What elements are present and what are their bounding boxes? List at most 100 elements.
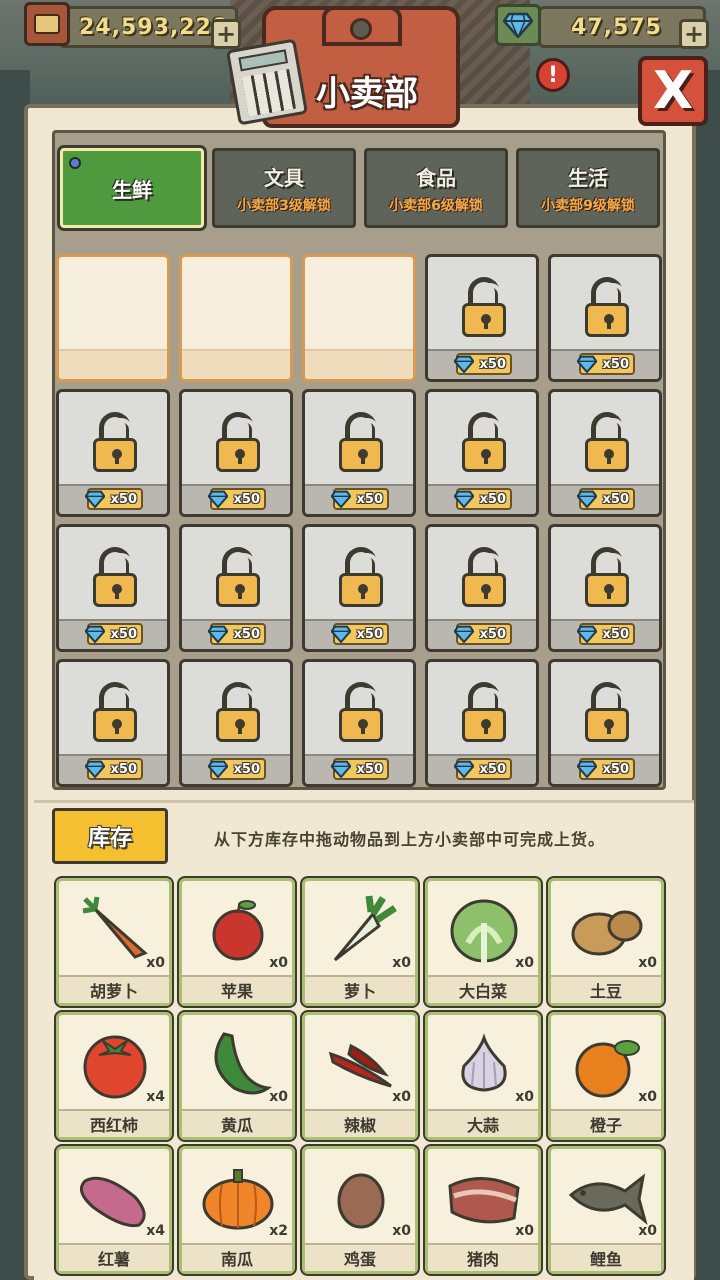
inventory-item[interactable]: x4 西红柿 xyxy=(54,1010,174,1142)
unlock-price-tag[interactable]: x50 xyxy=(453,623,512,645)
item-name: 红薯 xyxy=(59,1243,169,1271)
item-count: x0 xyxy=(638,955,657,971)
unlock-price-label: x50 xyxy=(602,356,629,372)
unlock-price-tag[interactable]: x50 xyxy=(453,488,512,510)
padlock-icon xyxy=(462,547,506,607)
inventory-item[interactable]: x0 大白菜 xyxy=(423,876,543,1008)
shelf-slot-empty[interactable] xyxy=(56,254,170,382)
inventory-item[interactable]: x0 大蒜 xyxy=(423,1010,543,1142)
shelf-slot-locked[interactable]: x50 xyxy=(425,659,539,787)
shelf-slot-locked[interactable]: x50 xyxy=(425,524,539,652)
tab-1[interactable]: 文具小卖部3级解锁 xyxy=(212,148,356,228)
inventory-item[interactable]: x0 萝卜 xyxy=(300,876,420,1008)
shelf-slot-locked[interactable]: x50 xyxy=(56,389,170,517)
add-gems-button[interactable]: + xyxy=(679,19,709,49)
egg-icon xyxy=(319,1157,403,1239)
inventory-item[interactable]: x4 红薯 xyxy=(54,1144,174,1276)
item-count: x0 xyxy=(392,1089,411,1105)
unlock-price-tag[interactable]: x50 xyxy=(330,758,389,780)
diamond-icon xyxy=(576,760,598,779)
unlock-price-tag[interactable]: x50 xyxy=(207,623,266,645)
unlock-price-tag[interactable]: x50 xyxy=(207,488,266,510)
garlic-icon xyxy=(442,1023,526,1105)
tab-label: 食品 xyxy=(416,165,456,190)
unlock-price-label: x50 xyxy=(479,626,506,642)
inventory-item[interactable]: x0 土豆 xyxy=(546,876,666,1008)
padlock-icon xyxy=(339,682,383,742)
inventory-item[interactable]: x0 黄瓜 xyxy=(177,1010,297,1142)
tab-3[interactable]: 生活 小卖部9级解锁 xyxy=(516,148,660,228)
shelf-slot-locked[interactable]: x50 xyxy=(56,524,170,652)
inventory-item[interactable]: x2 南瓜 xyxy=(177,1144,297,1276)
unlock-price-tag[interactable]: x50 xyxy=(576,623,635,645)
shelf-slot-empty[interactable] xyxy=(302,254,416,382)
diamond-icon xyxy=(207,490,229,509)
item-count: x0 xyxy=(638,1223,657,1239)
shelf-slot-locked[interactable]: x50 xyxy=(302,389,416,517)
shelf-slot-locked[interactable]: x50 xyxy=(548,659,662,787)
tab-unlock-requirement: 小卖部3级解锁 xyxy=(237,197,331,214)
unlock-price-label: x50 xyxy=(233,491,260,507)
cash-book-icon xyxy=(24,2,70,46)
shelf-slot-locked[interactable]: x50 xyxy=(548,254,662,382)
inventory-hint: 从下方库存中拖动物品到上方小卖部中可完成上货。 xyxy=(214,830,606,849)
gem-value: 47,575 xyxy=(571,14,662,40)
item-name: 黄瓜 xyxy=(182,1109,292,1137)
unlock-price-tag[interactable]: x50 xyxy=(576,758,635,780)
tab-0[interactable]: 生鲜 xyxy=(57,145,207,231)
unlock-price-label: x50 xyxy=(110,626,137,642)
inventory-tab[interactable]: 库存 xyxy=(52,808,168,864)
unlock-price-tag[interactable]: x50 xyxy=(207,758,266,780)
inventory-item[interactable]: x0 胡萝卜 xyxy=(54,876,174,1008)
inventory-item[interactable]: x0 猪肉 xyxy=(423,1144,543,1276)
inventory-item[interactable]: x0 鸡蛋 xyxy=(300,1144,420,1276)
unlock-price-label: x50 xyxy=(356,491,383,507)
padlock-icon xyxy=(93,547,137,607)
item-name: 大白菜 xyxy=(428,975,538,1003)
page-title: 小卖部 xyxy=(316,74,418,114)
cabbage-icon xyxy=(442,889,526,971)
unlock-price-tag[interactable]: x50 xyxy=(84,488,143,510)
inventory-item[interactable]: x0 鲤鱼 xyxy=(546,1144,666,1276)
padlock-icon xyxy=(585,412,629,472)
item-count: x0 xyxy=(515,955,534,971)
shelf-slot-locked[interactable]: x50 xyxy=(302,659,416,787)
unlock-price-tag[interactable]: x50 xyxy=(453,758,512,780)
unlock-price-tag[interactable]: x50 xyxy=(330,623,389,645)
carp-icon xyxy=(565,1157,649,1239)
shelf-slot-locked[interactable]: x50 xyxy=(548,524,662,652)
add-coins-button[interactable]: + xyxy=(211,19,241,49)
unlock-price-tag[interactable]: x50 xyxy=(84,623,143,645)
inventory-item[interactable]: x0 橙子 xyxy=(546,1010,666,1142)
padlock-icon xyxy=(339,412,383,472)
inventory-item[interactable]: x0 辣椒 xyxy=(300,1010,420,1142)
shelf-slot-locked[interactable]: x50 xyxy=(548,389,662,517)
shelf-slot-locked[interactable]: x50 xyxy=(302,524,416,652)
padlock-icon xyxy=(339,547,383,607)
calculator-icon xyxy=(225,38,309,126)
shelf-slot-empty[interactable] xyxy=(179,254,293,382)
item-count: x0 xyxy=(146,955,165,971)
shelf-slot-locked[interactable]: x50 xyxy=(179,659,293,787)
shelf-slot-locked[interactable]: x50 xyxy=(56,659,170,787)
unlock-price-tag[interactable]: x50 xyxy=(453,353,512,375)
unlock-price-tag[interactable]: x50 xyxy=(330,488,389,510)
shelf-slot-locked[interactable]: x50 xyxy=(179,524,293,652)
padlock-icon xyxy=(585,277,629,337)
unlock-price-tag[interactable]: x50 xyxy=(576,353,635,375)
inventory-item[interactable]: x0 苹果 xyxy=(177,876,297,1008)
diamond-icon xyxy=(576,355,598,374)
padlock-icon xyxy=(216,547,260,607)
alert-icon[interactable]: ! xyxy=(536,58,570,92)
close-button[interactable]: X xyxy=(638,56,708,126)
shelf-slot-locked[interactable]: x50 xyxy=(179,389,293,517)
tab-dot-icon xyxy=(69,157,81,169)
unlock-price-tag[interactable]: x50 xyxy=(84,758,143,780)
unlock-price-tag[interactable]: x50 xyxy=(576,488,635,510)
tab-2[interactable]: 食品 小卖部6级解锁 xyxy=(364,148,508,228)
unlock-price-label: x50 xyxy=(602,761,629,777)
shelf-slot-locked[interactable]: x50 xyxy=(425,254,539,382)
item-name: 南瓜 xyxy=(182,1243,292,1271)
tab-label: 文具 xyxy=(264,165,304,190)
shelf-slot-locked[interactable]: x50 xyxy=(425,389,539,517)
